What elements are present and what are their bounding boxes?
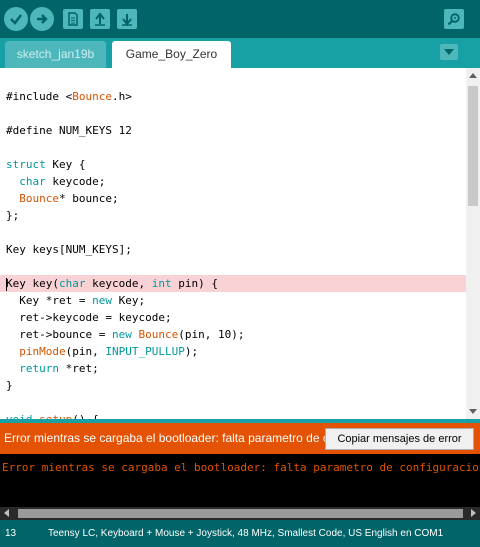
tab-game-boy-zero[interactable]: Game_Boy_Zero: [112, 41, 231, 68]
console-output: Error mientras se cargaba el bootloader:…: [2, 461, 480, 474]
code-line[interactable]: char keycode;: [0, 173, 466, 190]
code-line[interactable]: [0, 394, 466, 411]
board-info: Teensy LC, Keyboard + Mouse + Joystick, …: [48, 528, 444, 539]
line-number: 13: [5, 528, 17, 539]
arrow-down-icon: [122, 14, 132, 26]
chevron-down-icon: [444, 49, 454, 55]
code-line[interactable]: #include <Bounce.h>: [0, 88, 466, 105]
new-button[interactable]: [63, 9, 83, 29]
code-area[interactable]: #include <Bounce.h> #define NUM_KEYS 12 st…: [0, 88, 466, 419]
code-editor[interactable]: #include <Bounce.h> #define NUM_KEYS 12 st…: [0, 68, 480, 419]
code-line[interactable]: struct Key {: [0, 156, 466, 173]
code-line[interactable]: Key keys[NUM_KEYS];: [0, 241, 466, 258]
tab-sketch-jan19b[interactable]: sketch_jan19b: [5, 41, 106, 68]
magnifier-icon: [447, 13, 460, 26]
code-line[interactable]: Key *ret = new Key;: [0, 292, 466, 309]
tab-bar: sketch_jan19b Game_Boy_Zero: [0, 38, 480, 68]
toolbar: [0, 0, 480, 38]
serial-monitor-button[interactable]: [444, 9, 464, 29]
text-caret: [6, 277, 7, 291]
code-line[interactable]: [0, 224, 466, 241]
scroll-thumb[interactable]: [18, 509, 463, 518]
checkmark-icon: [10, 14, 22, 25]
scroll-thumb[interactable]: [468, 86, 478, 206]
code-line[interactable]: pinMode(pin, INPUT_PULLUP);: [0, 343, 466, 360]
scroll-right-icon[interactable]: [471, 509, 476, 517]
code-line[interactable]: ret->bounce = new Bounce(pin, 10);: [0, 326, 466, 343]
arrow-right-icon: [37, 14, 48, 24]
console-horizontal-scrollbar[interactable]: [0, 507, 480, 520]
code-line[interactable]: Key key(char keycode, int pin) {: [0, 275, 466, 292]
scroll-down-icon[interactable]: [469, 409, 477, 414]
code-line[interactable]: [0, 139, 466, 156]
editor-vertical-scrollbar[interactable]: [466, 68, 480, 419]
upload-button[interactable]: [30, 7, 54, 31]
scroll-left-icon[interactable]: [4, 509, 9, 517]
scroll-up-icon[interactable]: [469, 73, 477, 78]
code-line[interactable]: ret->keycode = keycode;: [0, 309, 466, 326]
open-button[interactable]: [90, 9, 110, 29]
tab-menu-button[interactable]: [440, 44, 458, 60]
copy-errors-button[interactable]: Copiar mensajes de error: [325, 428, 474, 450]
code-line[interactable]: }: [0, 377, 466, 394]
error-bar: Error mientras se cargaba el bootloader:…: [0, 423, 480, 454]
document-icon: [68, 12, 78, 26]
verify-button[interactable]: [4, 7, 28, 31]
code-line[interactable]: [0, 105, 466, 122]
arrow-up-icon: [95, 12, 105, 26]
code-line[interactable]: [0, 258, 466, 275]
status-bar: 13 Teensy LC, Keyboard + Mouse + Joystic…: [0, 520, 480, 547]
code-line[interactable]: return *ret;: [0, 360, 466, 377]
code-line[interactable]: #define NUM_KEYS 12: [0, 122, 466, 139]
code-line[interactable]: Bounce* bounce;: [0, 190, 466, 207]
code-line[interactable]: };: [0, 207, 466, 224]
save-button[interactable]: [117, 9, 137, 29]
code-line[interactable]: void setup() {: [0, 411, 466, 419]
